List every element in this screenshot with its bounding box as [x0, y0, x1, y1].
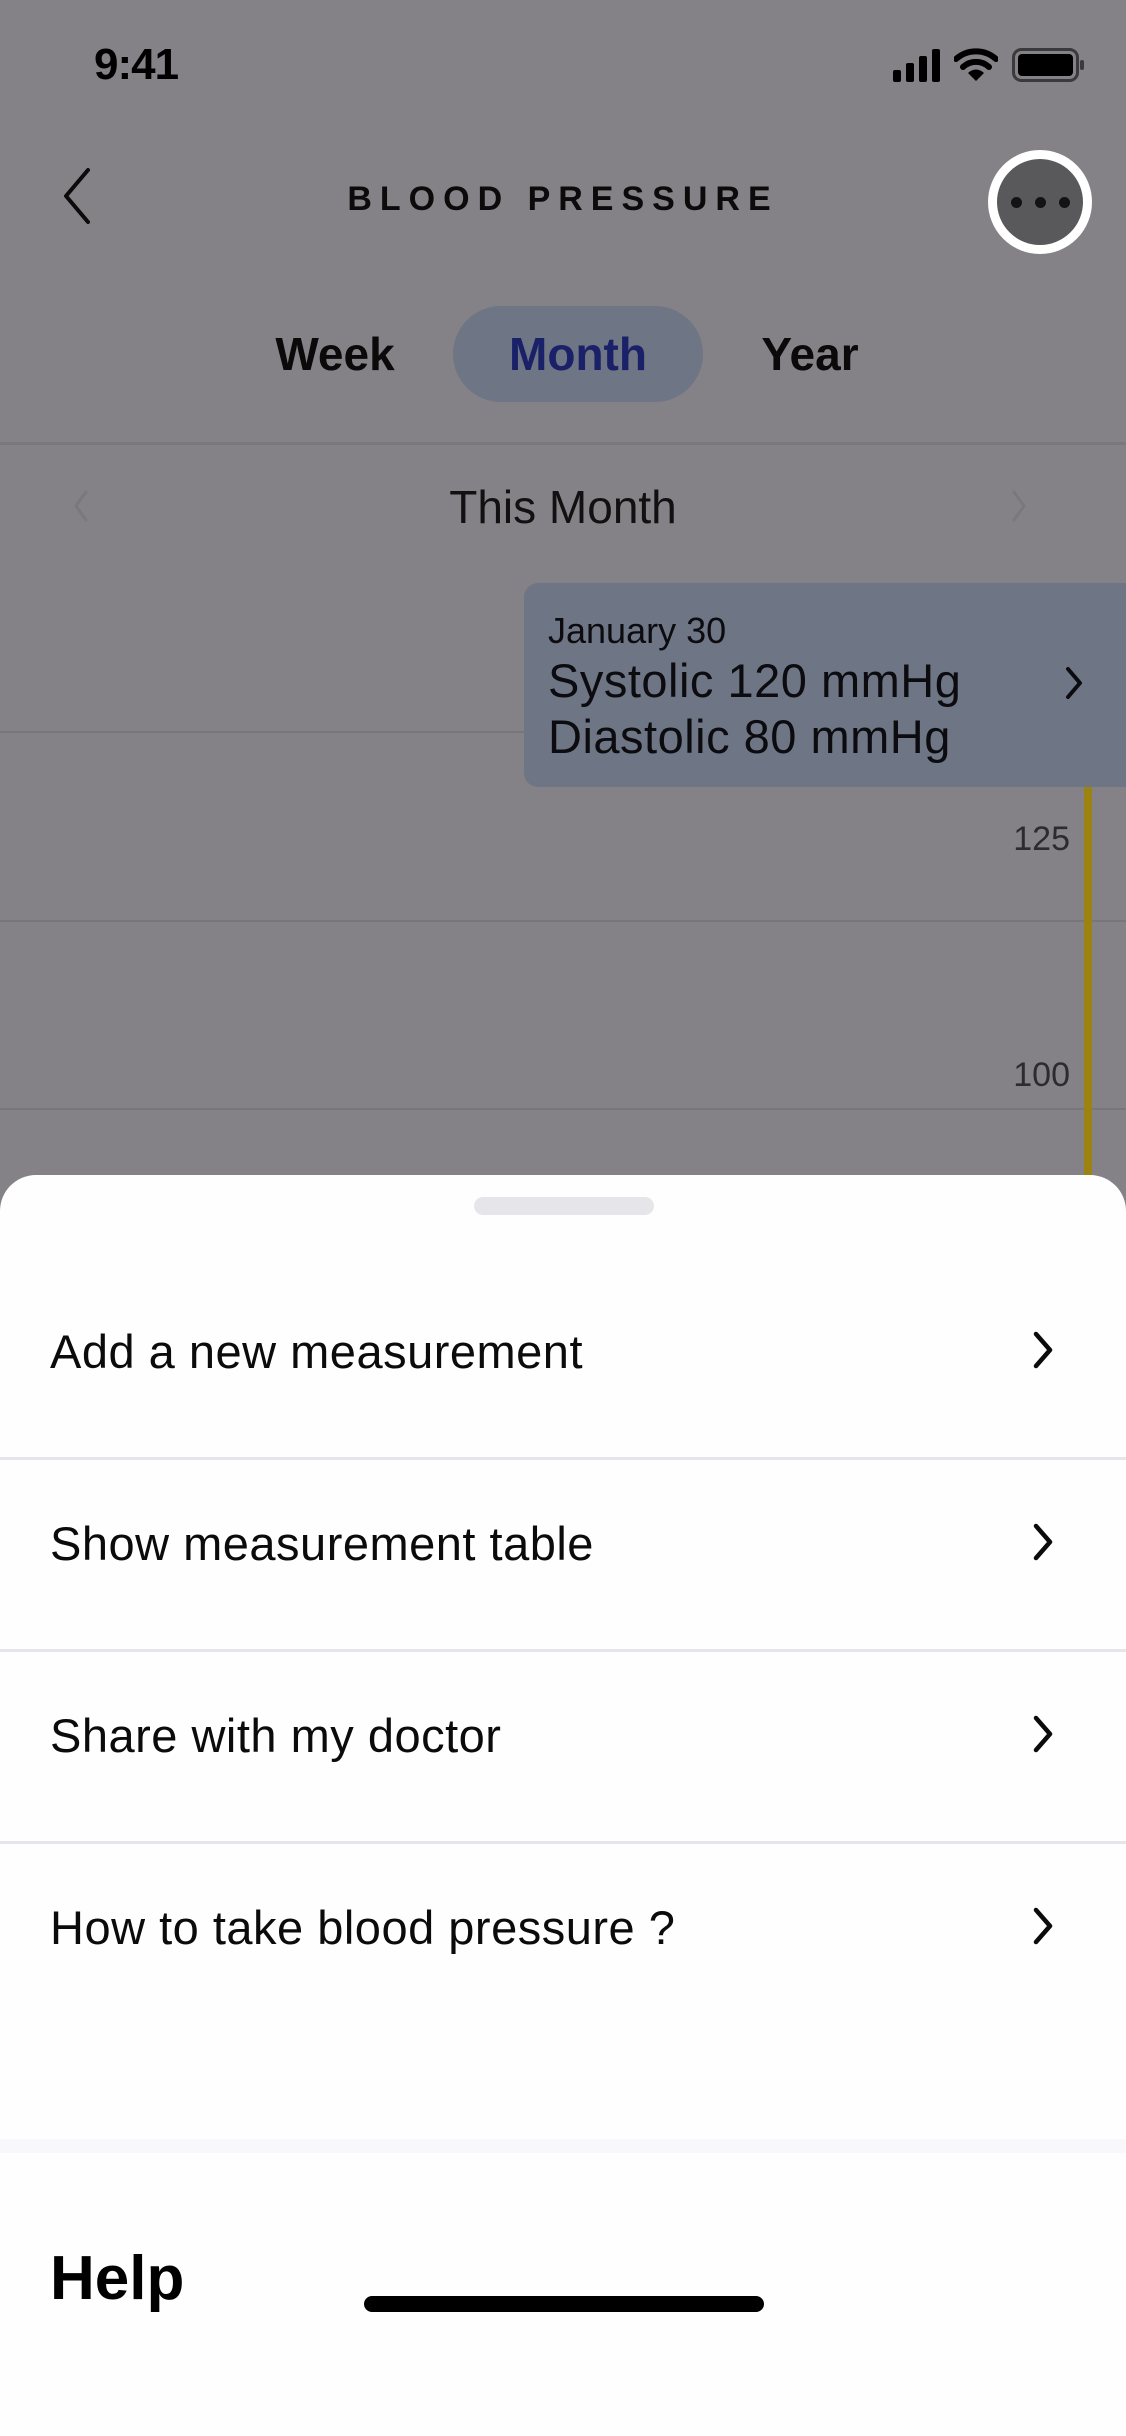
chevron-right-icon — [1012, 490, 1026, 522]
menu-item-share-doctor[interactable]: Share with my doctor — [0, 1640, 1126, 1830]
status-time: 9:41 — [94, 40, 179, 89]
more-options-button[interactable] — [988, 150, 1092, 254]
status-bar: 9:41 — [0, 0, 1126, 130]
chevron-right-icon — [1066, 667, 1082, 699]
blood-pressure-chart: 125 100 January 30 Systolic 120 mmHg Dia… — [0, 560, 1126, 1180]
home-indicator — [364, 2296, 764, 2312]
status-icons — [893, 48, 1086, 82]
chevron-right-icon — [1033, 1907, 1053, 1945]
help-section-title: Help — [50, 2244, 185, 2313]
section-separator — [0, 2139, 1126, 2153]
menu-item-label: Share with my doctor — [50, 1709, 502, 1762]
segment-month[interactable]: Month — [453, 306, 703, 402]
chevron-right-icon — [1033, 1331, 1053, 1369]
page-title: BLOOD PRESSURE — [347, 180, 779, 218]
more-horizontal-icon — [1010, 196, 1070, 208]
y-tick-label: 100 — [1013, 1056, 1070, 1094]
menu-item-add-measurement[interactable]: Add a new measurement — [0, 1256, 1126, 1446]
header-divider — [0, 442, 1126, 445]
menu-item-show-table[interactable]: Show measurement table — [0, 1448, 1126, 1638]
menu-item-how-to-take[interactable]: How to take blood pressure ? — [0, 1832, 1126, 2022]
menu-item-label: How to take blood pressure ? — [50, 1901, 676, 1954]
cellular-signal-icon — [893, 48, 940, 82]
chevron-right-icon — [1033, 1523, 1053, 1561]
gridline — [0, 1108, 1126, 1110]
tooltip-diastolic: Diastolic 80 mmHg — [548, 710, 951, 763]
menu-item-label: Add a new measurement — [50, 1325, 584, 1378]
segment-year[interactable]: Year — [730, 306, 890, 402]
tooltip-systolic: Systolic 120 mmHg — [548, 654, 962, 707]
bar-systolic[interactable] — [1084, 768, 1092, 1180]
menu-item-label: Show measurement table — [50, 1517, 594, 1570]
sheet-grabber-handle[interactable] — [474, 1197, 654, 1215]
period-segmented-control: Week Month Year — [0, 300, 1126, 410]
wifi-icon — [954, 48, 998, 81]
battery-icon — [1012, 48, 1084, 82]
y-tick-label: 125 — [1013, 820, 1070, 858]
measurement-tooltip[interactable]: January 30 Systolic 120 mmHg Diastolic 8… — [524, 583, 1126, 787]
period-label: This Month — [449, 481, 677, 533]
next-period-button[interactable] — [1010, 486, 1050, 536]
period-selector: This Month — [0, 470, 1126, 550]
segment-week[interactable]: Week — [250, 306, 420, 402]
gridline — [0, 920, 1126, 922]
chevron-right-icon — [1033, 1715, 1053, 1753]
nav-bar: BLOOD PRESSURE — [0, 130, 1126, 270]
tooltip-date: January 30 — [548, 610, 727, 651]
options-bottom-sheet: Add a new measurement Show measurement t… — [0, 1175, 1126, 2436]
